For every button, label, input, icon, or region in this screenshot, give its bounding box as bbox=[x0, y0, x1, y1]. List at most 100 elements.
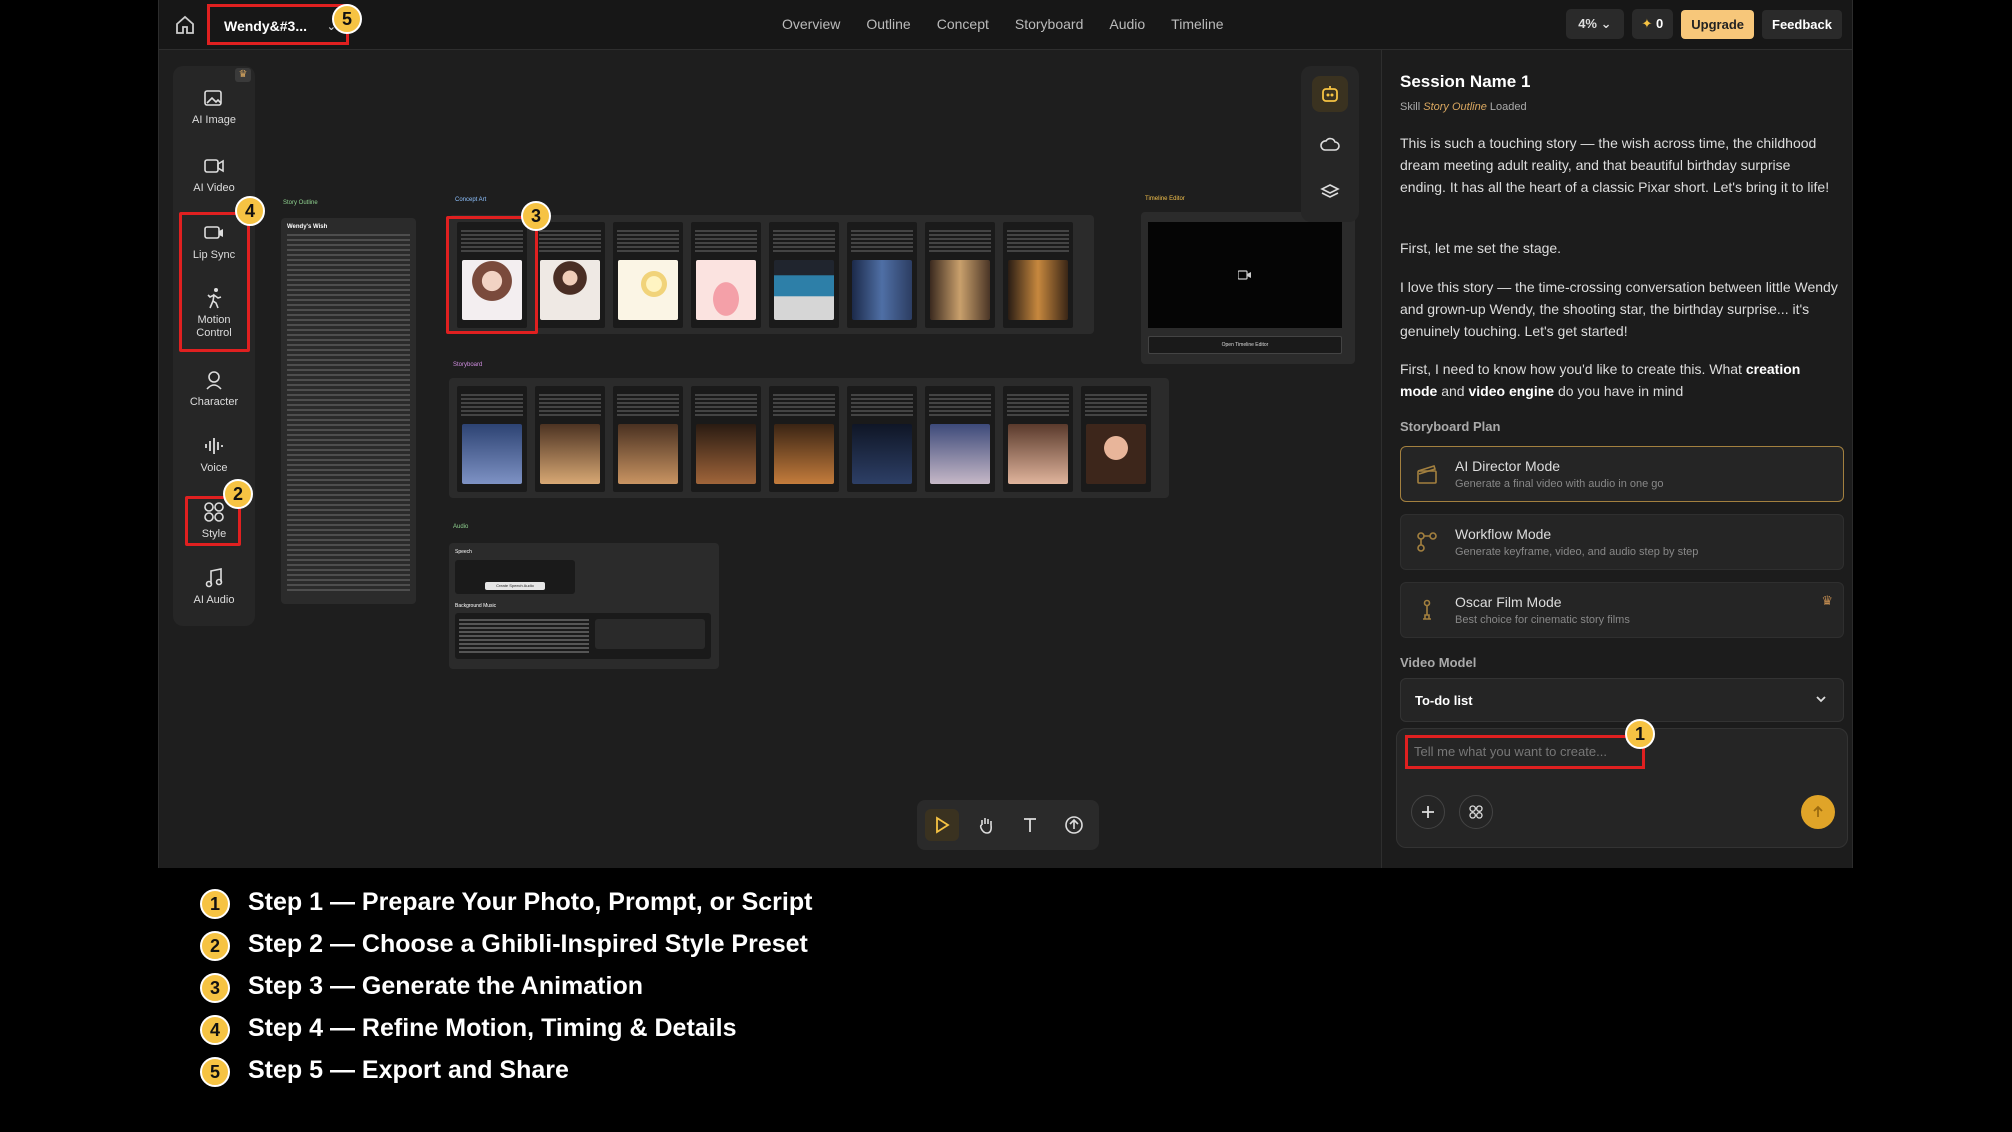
video-model-select[interactable]: To-do list bbox=[1400, 678, 1844, 722]
canvas-right-toolbar bbox=[1301, 66, 1359, 222]
step-badge-1: 1 bbox=[1625, 719, 1655, 749]
video-model-heading: Video Model bbox=[1400, 655, 1477, 670]
credits-badge[interactable]: ✦ 0 bbox=[1631, 9, 1674, 39]
tab-overview[interactable]: Overview bbox=[769, 0, 853, 50]
video-engine-emphasis: video engine bbox=[1468, 383, 1555, 399]
zoom-level: 4% bbox=[1578, 16, 1597, 31]
add-button[interactable] bbox=[1411, 795, 1445, 829]
step-badge-5: 5 bbox=[332, 4, 362, 34]
sidebar-item-label: Character bbox=[189, 396, 239, 408]
video-sparkle-icon bbox=[204, 159, 224, 173]
skill-prefix: Skill bbox=[1400, 101, 1421, 113]
storyboard-shot[interactable] bbox=[613, 386, 683, 492]
step-item: 5 Step 5 — Export and Share bbox=[200, 1053, 900, 1087]
storyboard-shot[interactable] bbox=[769, 386, 839, 492]
storyboard-plan-heading: Storyboard Plan bbox=[1400, 419, 1501, 434]
tab-outline[interactable]: Outline bbox=[853, 0, 923, 50]
sidebar-item-character[interactable]: Character bbox=[173, 368, 255, 408]
storyboard-shot[interactable] bbox=[925, 386, 995, 492]
step-number: 4 bbox=[200, 1015, 230, 1045]
open-timeline-button[interactable]: Open Timeline Editor bbox=[1148, 336, 1342, 354]
storyboard-shot[interactable] bbox=[691, 386, 761, 492]
chat-input-box: Tell me what you want to create... bbox=[1396, 728, 1848, 848]
tab-storyboard[interactable]: Storyboard bbox=[1002, 0, 1096, 50]
cursor-icon bbox=[936, 816, 950, 834]
sidebar-item-ai-image[interactable]: AI Image bbox=[173, 86, 255, 126]
storyboard-row bbox=[449, 378, 1169, 498]
app-window: Wendy&#3... ⌄ Overview Outline Concept S… bbox=[158, 0, 1853, 868]
message-paragraph: This is such a touching story — the wish… bbox=[1400, 135, 1830, 195]
sidebar-item-voice[interactable]: Voice bbox=[173, 434, 255, 474]
text-icon bbox=[1024, 818, 1036, 832]
sidebar-item-ai-video[interactable]: AI Video bbox=[173, 154, 255, 194]
upload-tool[interactable] bbox=[1057, 809, 1091, 841]
story-outline-card[interactable]: Wendy's Wish bbox=[281, 218, 416, 604]
storyboard-shot[interactable] bbox=[457, 386, 527, 492]
top-right-controls: 4% ⌄ ✦ 0 Upgrade Feedback bbox=[1566, 9, 1842, 39]
concept-thumb[interactable] bbox=[769, 222, 839, 328]
storyboard-shot[interactable] bbox=[1081, 386, 1151, 492]
skill-suffix: Loaded bbox=[1489, 101, 1527, 113]
sidebar-item-label: AI Video bbox=[193, 182, 235, 194]
video-camera-icon bbox=[1238, 270, 1251, 280]
message-paragraph: First, I need to know how you'd like to … bbox=[1400, 358, 1840, 402]
send-button[interactable] bbox=[1801, 795, 1835, 829]
music-description bbox=[459, 619, 589, 653]
voice-icon bbox=[205, 438, 223, 454]
tab-audio[interactable]: Audio bbox=[1096, 0, 1158, 50]
layers-button[interactable] bbox=[1312, 174, 1348, 210]
tab-concept[interactable]: Concept bbox=[924, 0, 1002, 50]
chat-panel: Session Name 1 Skill Story Outline Loade… bbox=[1381, 50, 1852, 868]
cloud-button[interactable] bbox=[1312, 126, 1348, 162]
concept-thumb[interactable] bbox=[847, 222, 917, 328]
project-name: Wendy&#3... bbox=[224, 18, 307, 34]
music-player[interactable] bbox=[595, 619, 705, 649]
tab-timeline[interactable]: Timeline bbox=[1158, 0, 1236, 50]
storyboard-shot[interactable] bbox=[847, 386, 917, 492]
bg-music-label: Background Music bbox=[455, 603, 497, 609]
storyboard-shot[interactable] bbox=[535, 386, 605, 492]
chat-input[interactable]: Tell me what you want to create... bbox=[1405, 735, 1645, 769]
zoom-dropdown[interactable]: 4% ⌄ bbox=[1566, 9, 1624, 39]
skill-status: Skill Story Outline Loaded bbox=[1400, 101, 1527, 113]
speech-label: Speech bbox=[455, 549, 472, 555]
style-picker-button[interactable] bbox=[1459, 795, 1493, 829]
sidebar-item-ai-audio[interactable]: AI Audio bbox=[173, 566, 255, 606]
step-number: 1 bbox=[200, 889, 230, 919]
home-icon[interactable] bbox=[173, 13, 197, 37]
arrow-up-icon bbox=[1813, 805, 1823, 817]
text-run: First, I need to know how you'd like to … bbox=[1400, 361, 1746, 377]
outline-text-block bbox=[287, 234, 410, 594]
crown-icon: ♛ bbox=[1821, 593, 1833, 608]
style-icon bbox=[1469, 805, 1483, 819]
text-tool[interactable] bbox=[1013, 809, 1047, 841]
sidebar-item-label: AI Image bbox=[191, 114, 237, 126]
step-badge-3: 3 bbox=[521, 201, 551, 231]
project-name-dropdown[interactable]: Wendy&#3... ⌄ bbox=[207, 4, 349, 45]
step-item: 4 Step 4 — Refine Motion, Timing & Detail… bbox=[200, 1011, 900, 1045]
create-speech-button[interactable]: Create Speech Audio bbox=[485, 582, 545, 590]
mode-desc: Generate keyframe, video, and audio step… bbox=[1455, 546, 1699, 558]
mode-ai-director[interactable]: AI Director Mode Generate a final video … bbox=[1400, 446, 1844, 502]
sidebar-item-label: AI Audio bbox=[193, 594, 235, 606]
select-tool[interactable] bbox=[925, 809, 959, 841]
ai-assistant-button[interactable] bbox=[1312, 76, 1348, 112]
upgrade-button[interactable]: Upgrade bbox=[1681, 9, 1755, 39]
concept-thumb[interactable] bbox=[613, 222, 683, 328]
top-bar: Wendy&#3... ⌄ Overview Outline Concept S… bbox=[159, 0, 1852, 50]
concept-thumb[interactable] bbox=[535, 222, 605, 328]
top-nav: Overview Outline Concept Storyboard Audi… bbox=[769, 0, 1237, 50]
workflow-icon bbox=[1417, 532, 1437, 552]
speech-box: Create Speech Audio bbox=[455, 560, 575, 594]
concept-thumb[interactable] bbox=[925, 222, 995, 328]
character-icon bbox=[206, 371, 222, 390]
mode-oscar-film[interactable]: Oscar Film Mode Best choice for cinemati… bbox=[1400, 582, 1844, 638]
mode-workflow[interactable]: Workflow Mode Generate keyframe, video, … bbox=[1400, 514, 1844, 570]
cloud-icon bbox=[1320, 137, 1340, 151]
storyboard-shot[interactable] bbox=[1003, 386, 1073, 492]
concept-thumb[interactable] bbox=[1003, 222, 1073, 328]
hand-tool[interactable] bbox=[969, 809, 1003, 841]
concept-thumb[interactable] bbox=[691, 222, 761, 328]
feedback-button[interactable]: Feedback bbox=[1762, 9, 1842, 39]
step-text: Step 1 — Prepare Your Photo, Prompt, or … bbox=[248, 888, 813, 916]
